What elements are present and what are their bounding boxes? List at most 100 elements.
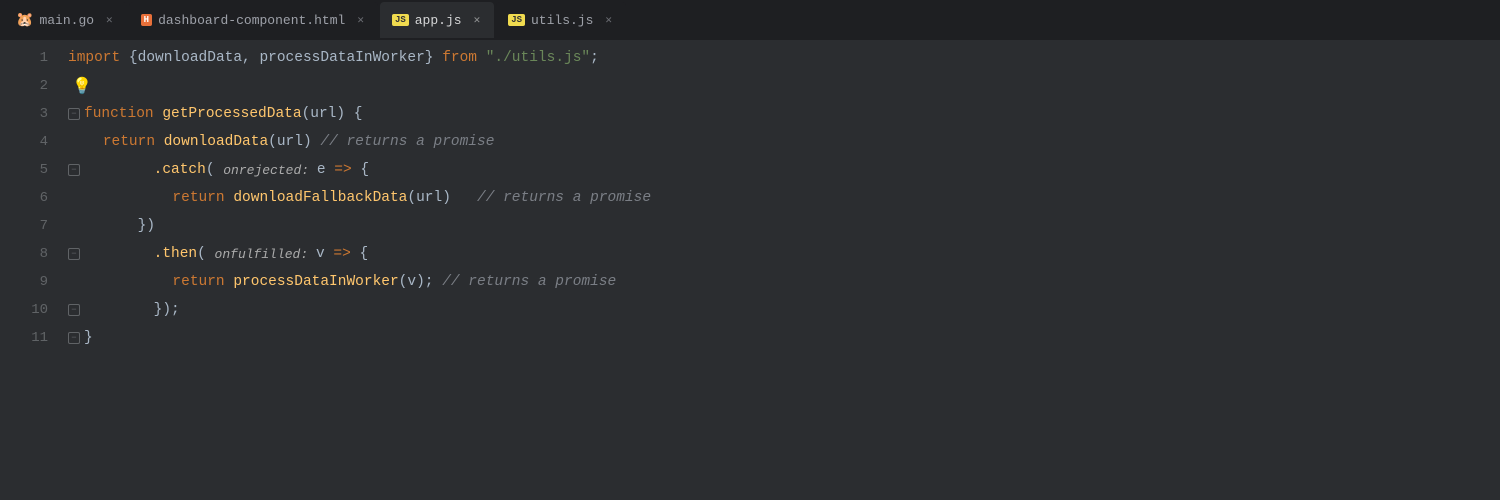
line-num-2: 2 (0, 72, 60, 100)
punctuation: ( (268, 134, 277, 150)
go-icon: 🐹 (16, 12, 33, 29)
punctuation-10: }); (154, 302, 180, 318)
kw-import: import (68, 50, 129, 66)
punctuation: } (425, 50, 442, 66)
punctuation: ); (416, 274, 442, 290)
fold-icon-8[interactable]: − (68, 248, 80, 260)
line-num-10: 10 (0, 296, 60, 324)
identifier-processDataInWorker: processDataInWorker (259, 50, 424, 66)
param-label-onrejected: onrejected: (223, 163, 317, 178)
kw-return-9: return (172, 274, 233, 290)
kw-function: function (84, 106, 162, 122)
line-num-11: 11 (0, 324, 60, 352)
comment-9: // returns a promise (442, 274, 616, 290)
fold-icon-11[interactable]: − (68, 332, 80, 344)
punctuation-7: }) (138, 218, 155, 234)
punctuation-11: } (84, 330, 93, 346)
indent-8 (84, 246, 154, 262)
editor-window: 🐹 main.go ✕ H dashboard-component.html ✕… (0, 0, 1500, 500)
code-line-6: return downloadFallbackData ( url ) // r… (68, 184, 1500, 212)
code-line-2: 💡 (68, 72, 1500, 100)
identifier-downloadData: downloadData (138, 50, 242, 66)
tab-label: app.js (415, 13, 462, 28)
punctuation: ( (197, 246, 214, 262)
line-num-4: 4 (0, 128, 60, 156)
punctuation: ( (407, 190, 416, 206)
line-num-8: 8 (0, 240, 60, 268)
method-then: .then (154, 246, 198, 262)
code-line-8: − .then ( onfulfilled: v => { (68, 240, 1500, 268)
code-line-10: − }); (68, 296, 1500, 324)
line-num-5: 5 (0, 156, 60, 184)
comment-4: // returns a promise (320, 134, 494, 150)
js-icon: JS (392, 14, 409, 26)
indent-4 (68, 134, 103, 150)
punctuation: { (351, 246, 368, 262)
indent-5 (84, 162, 154, 178)
indent-6 (68, 190, 172, 206)
code-content: import { downloadData , processDataInWor… (60, 40, 1500, 500)
param-v: v (316, 246, 333, 262)
hint-bulb-icon[interactable]: 💡 (72, 76, 92, 96)
line-num-7: 7 (0, 212, 60, 240)
arrow-8: => (333, 246, 350, 262)
code-line-11: − } (68, 324, 1500, 352)
line-num-1: 1 (0, 44, 60, 72)
tab-utils-js[interactable]: JS utils.js ✕ (496, 2, 626, 38)
code-line-4: return downloadData ( url ) // returns a… (68, 128, 1500, 156)
punctuation: ) (442, 190, 451, 206)
tab-main-go[interactable]: 🐹 main.go ✕ (4, 2, 127, 38)
code-line-1: import { downloadData , processDataInWor… (68, 44, 1500, 72)
kw-from: from (442, 50, 486, 66)
punctuation: ) { (336, 106, 362, 122)
code-line-3: − function getProcessedData ( url ) { (68, 100, 1500, 128)
tab-label: dashboard-component.html (158, 13, 345, 28)
param-label-onfulfilled: onfulfilled: (215, 247, 316, 262)
punctuation: , (242, 50, 259, 66)
comment-6: // returns a promise (451, 190, 651, 206)
fold-icon-10[interactable]: − (68, 304, 80, 316)
close-icon[interactable]: ✕ (603, 12, 614, 28)
kw-return-4: return (103, 134, 164, 150)
tab-label: main.go (39, 13, 94, 28)
fn-downloadData: downloadData (164, 134, 268, 150)
indent-10 (84, 302, 154, 318)
string-utils: "./utils.js" (486, 50, 590, 66)
punctuation: ; (590, 50, 599, 66)
arg-url-6: url (416, 190, 442, 206)
indent-9 (68, 274, 172, 290)
fn-downloadFallbackData: downloadFallbackData (233, 190, 407, 206)
close-icon[interactable]: ✕ (472, 12, 483, 28)
fold-icon-3[interactable]: − (68, 108, 80, 120)
arg-url: url (277, 134, 303, 150)
editor-body: 1 2 3 4 5 6 7 8 9 10 11 import { downloa… (0, 40, 1500, 500)
punctuation: { (129, 50, 138, 66)
tab-dashboard-component[interactable]: H dashboard-component.html ✕ (129, 2, 378, 38)
code-line-7: }) (68, 212, 1500, 240)
fn-name-getProcessedData: getProcessedData (162, 106, 301, 122)
tab-bar: 🐹 main.go ✕ H dashboard-component.html ✕… (0, 0, 1500, 40)
punctuation: ( (399, 274, 408, 290)
line-num-9: 9 (0, 268, 60, 296)
punctuation: { (352, 162, 369, 178)
fn-processDataInWorker: processDataInWorker (233, 274, 398, 290)
fold-icon-5[interactable]: − (68, 164, 80, 176)
line-gutter: 1 2 3 4 5 6 7 8 9 10 11 (0, 40, 60, 500)
tab-label: utils.js (531, 13, 593, 28)
close-icon[interactable]: ✕ (355, 12, 366, 28)
js-icon: JS (508, 14, 525, 26)
close-icon[interactable]: ✕ (104, 12, 115, 28)
punctuation: ( (302, 106, 311, 122)
param-e: e (317, 162, 334, 178)
line-num-3: 3 (0, 100, 60, 128)
html-icon: H (141, 14, 152, 26)
punctuation: ( (206, 162, 223, 178)
method-catch: .catch (154, 162, 206, 178)
indent-7 (68, 218, 138, 234)
param-url: url (310, 106, 336, 122)
arg-v: v (407, 274, 416, 290)
punctuation: ) (303, 134, 320, 150)
tab-app-js[interactable]: JS app.js ✕ (380, 2, 494, 38)
line-num-6: 6 (0, 184, 60, 212)
code-line-5: − .catch ( onrejected: e => { (68, 156, 1500, 184)
